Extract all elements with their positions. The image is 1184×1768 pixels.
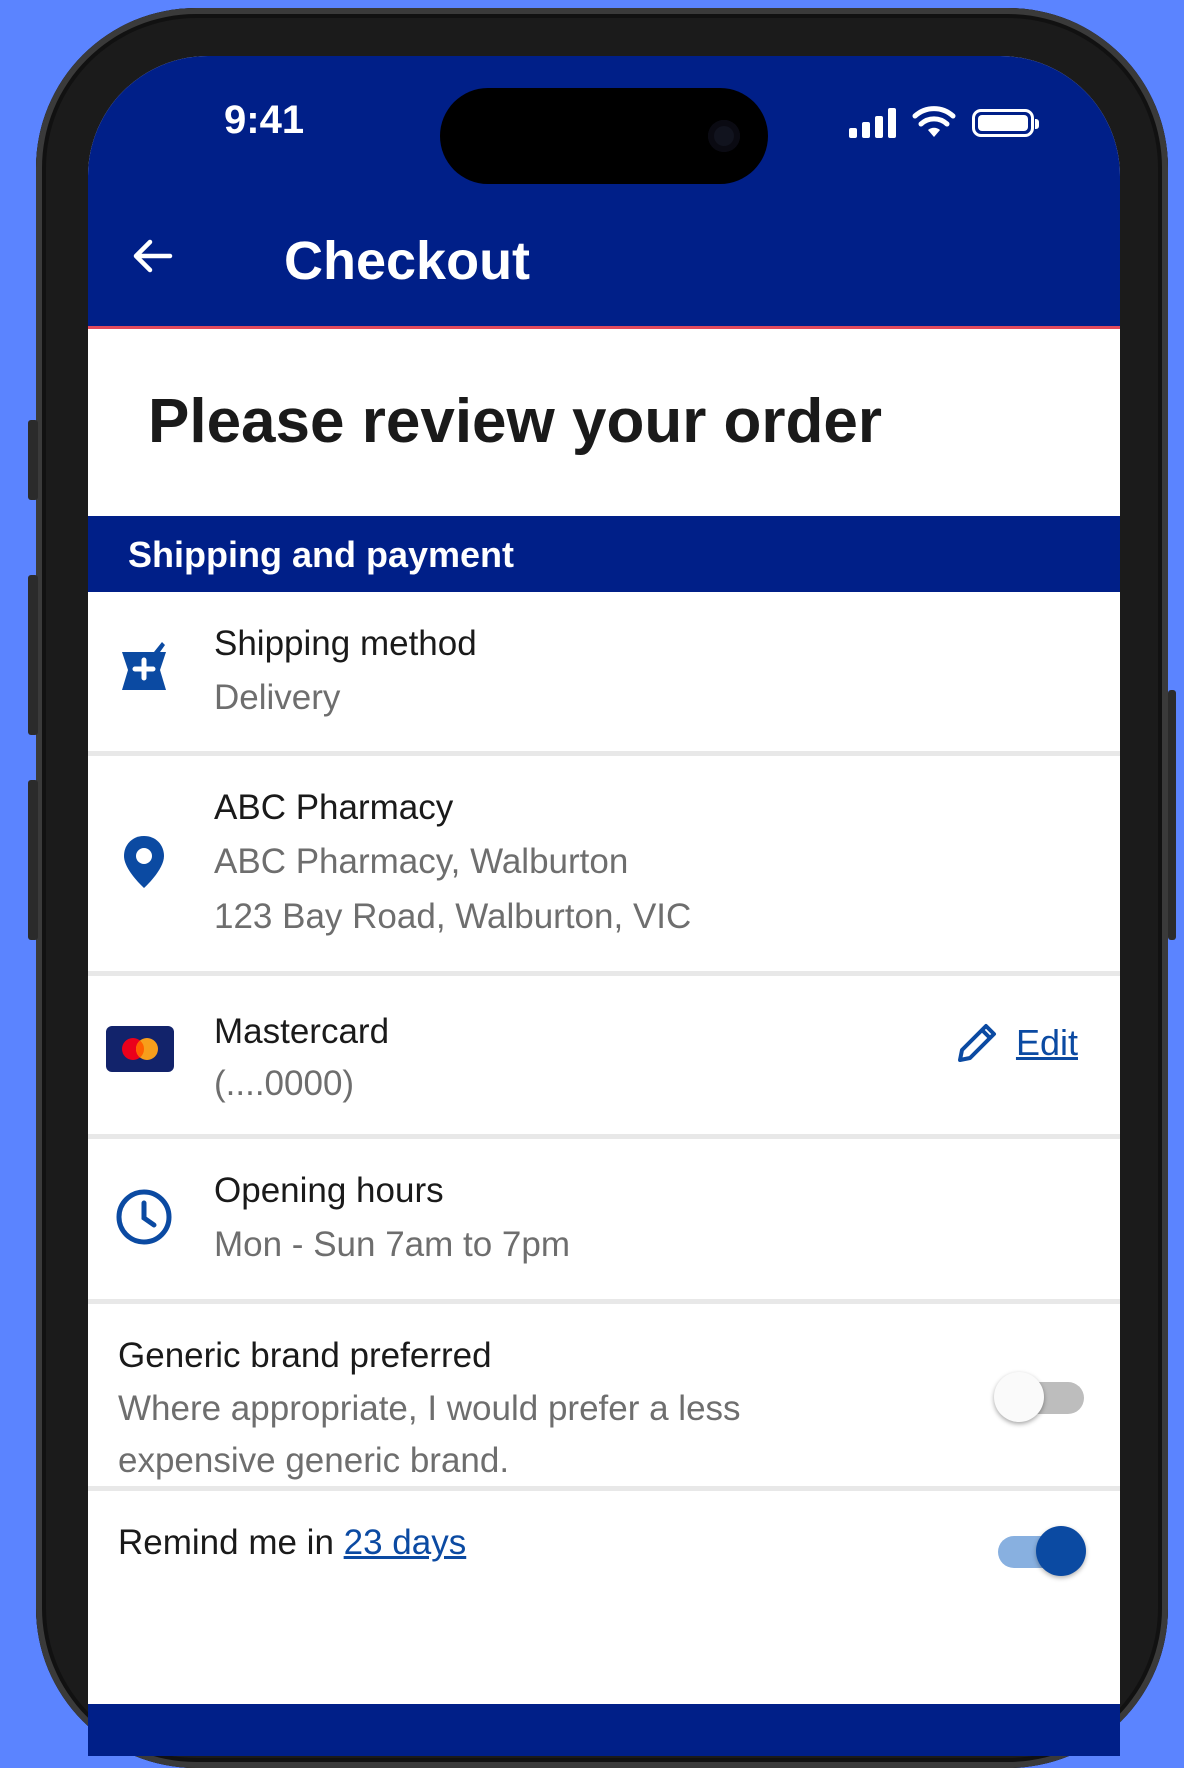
- section-title: Shipping and payment: [128, 534, 515, 575]
- screen: 9:41 Checkout Please review your order S…: [88, 56, 1120, 1756]
- back-arrow-icon[interactable]: [128, 232, 176, 280]
- pharmacy-address-line2: 123 Bay Road, Walburton, VIC: [214, 897, 692, 936]
- app-bar: Checkout: [88, 186, 1120, 329]
- payment-method-label: Mastercard: [214, 1012, 390, 1051]
- opening-hours-row: Opening hours Mon - Sun 7am to 7pm: [88, 1139, 1120, 1304]
- silent-switch: [28, 420, 38, 500]
- status-time: 9:41: [224, 98, 305, 142]
- app-bar-title: Checkout: [284, 231, 531, 291]
- opening-hours-label: Opening hours: [214, 1171, 444, 1210]
- pharmacy-row: ABC Pharmacy ABC Pharmacy, Walburton 123…: [88, 756, 1120, 976]
- bottom-bar: [88, 1704, 1120, 1756]
- edit-label: Edit: [1015, 1022, 1078, 1063]
- generic-brand-description-line2: expensive generic brand.: [118, 1441, 510, 1480]
- battery-icon: [972, 109, 1039, 137]
- pharmacy-icon: [122, 642, 166, 690]
- camera-icon: [708, 120, 740, 152]
- shipping-method-value: Delivery: [214, 678, 341, 717]
- generic-brand-label: Generic brand preferred: [118, 1336, 492, 1375]
- clock-icon: [116, 1189, 172, 1245]
- cellular-signal-icon: [849, 108, 896, 138]
- payment-row: Mastercard (....0000) Edit: [88, 976, 1120, 1139]
- shipping-method-row: Shipping method Delivery: [88, 592, 1120, 756]
- opening-hours-value: Mon - Sun 7am to 7pm: [214, 1225, 570, 1264]
- pharmacy-name: ABC Pharmacy: [214, 788, 454, 827]
- page-title: Please review your order: [148, 387, 883, 456]
- pharmacy-address-line1: ABC Pharmacy, Walburton: [214, 842, 629, 881]
- remind-prefix: Remind me in: [118, 1523, 344, 1562]
- remind-row: Remind me in 23 days: [88, 1491, 1120, 1691]
- generic-brand-description-line1: Where appropriate, I would prefer a less: [118, 1389, 741, 1428]
- remind-toggle[interactable]: [994, 1526, 1086, 1576]
- volume-up-button: [28, 575, 38, 735]
- section-header-shipping-payment: Shipping and payment: [88, 516, 1120, 592]
- shipping-method-label: Shipping method: [214, 624, 477, 663]
- generic-brand-toggle[interactable]: [994, 1372, 1086, 1422]
- remind-days-link[interactable]: 23 days: [344, 1523, 467, 1562]
- status-icons: [849, 106, 1039, 140]
- mastercard-icon: [106, 1026, 174, 1072]
- power-button: [1168, 690, 1176, 940]
- dynamic-island: [440, 88, 768, 184]
- edit-payment-button[interactable]: Edit: [952, 1018, 1078, 1068]
- card-number-masked: (....0000): [214, 1064, 355, 1103]
- remind-label: Remind me in 23 days: [118, 1523, 466, 1563]
- wifi-icon: [912, 106, 956, 137]
- volume-down-button: [28, 780, 38, 940]
- generic-brand-row: Generic brand preferred Where appropriat…: [88, 1304, 1120, 1491]
- pencil-icon: [957, 1024, 996, 1062]
- location-pin-icon: [124, 836, 164, 888]
